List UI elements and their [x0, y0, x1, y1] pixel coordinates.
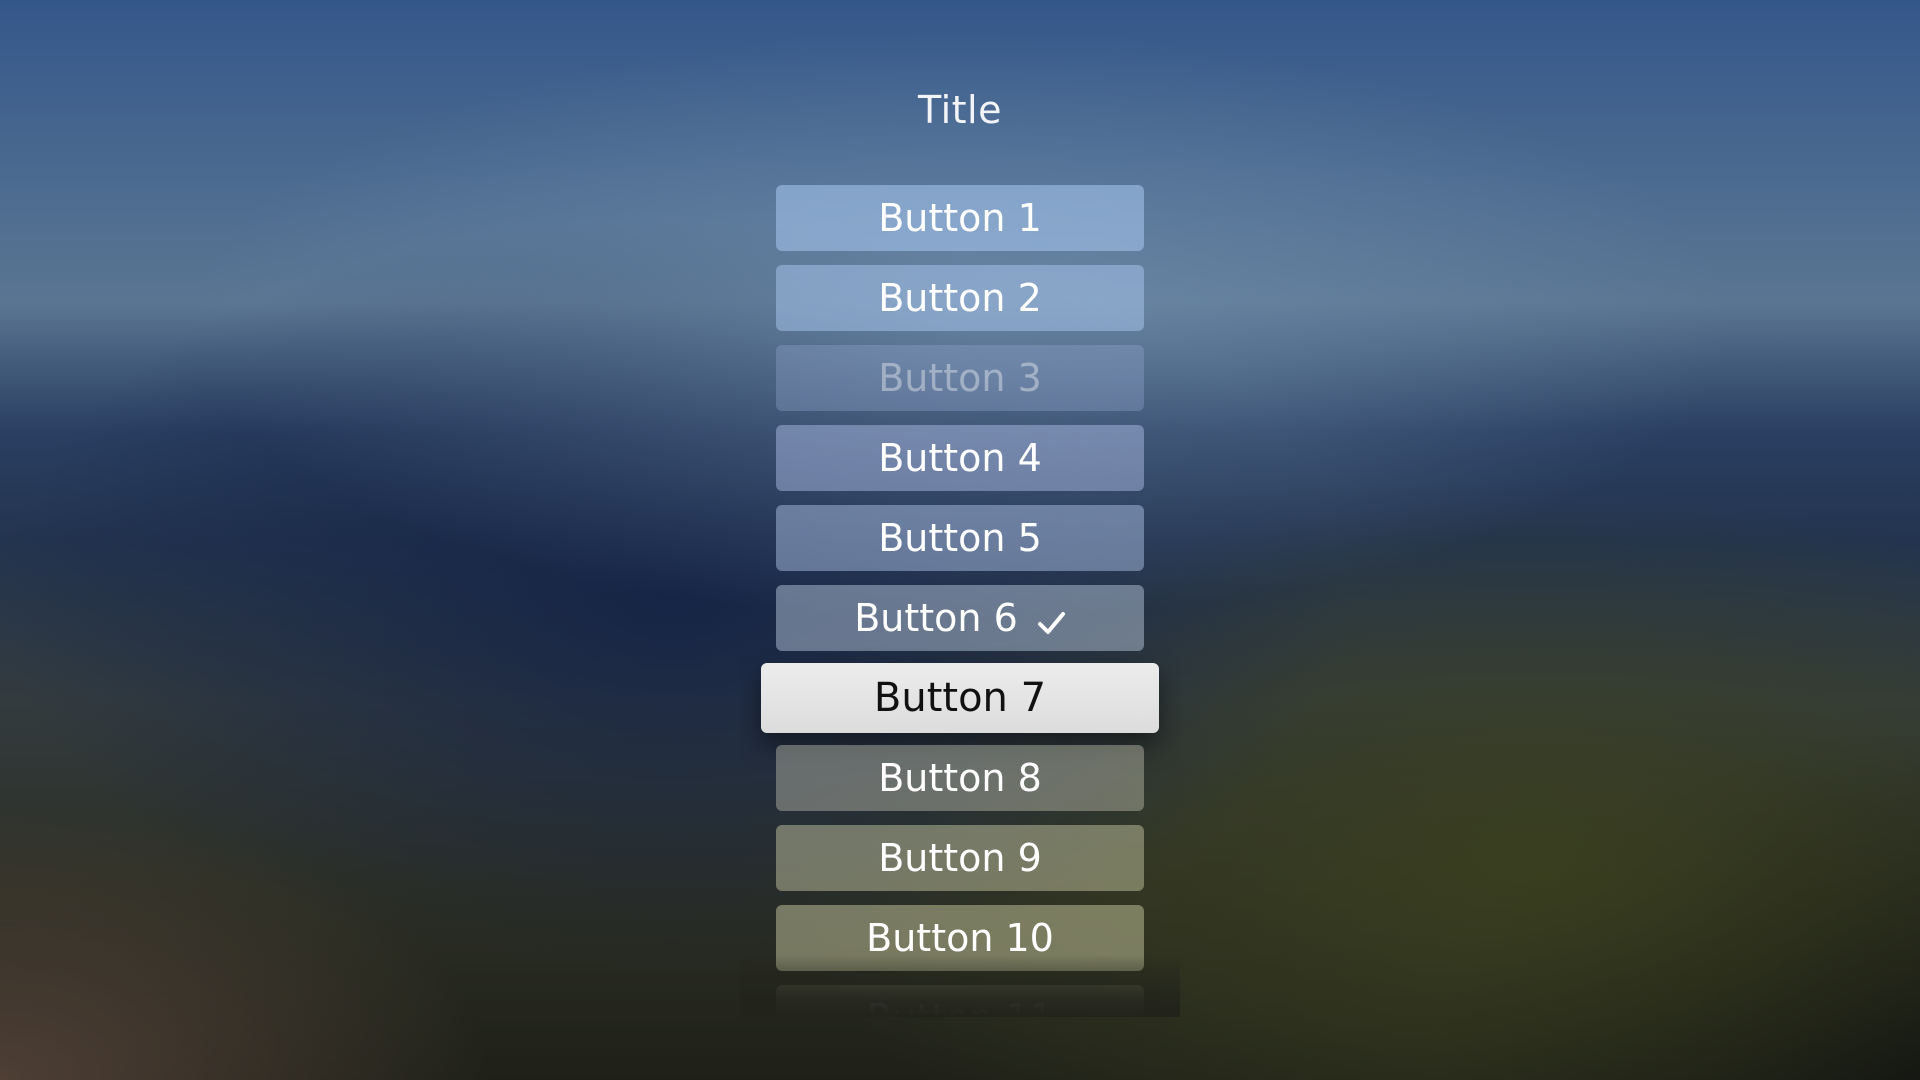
button-label: Button 7 [873, 675, 1047, 721]
button-7[interactable]: Button 7 [761, 663, 1159, 733]
page-title: Title [918, 88, 1002, 132]
button-1[interactable]: Button 1 [776, 185, 1144, 251]
button-9[interactable]: Button 9 [776, 825, 1144, 891]
button-3: Button 3 [776, 345, 1144, 411]
button-label: Button 4 [878, 436, 1042, 480]
button-label: Button 11 [866, 996, 1054, 1017]
button-5[interactable]: Button 5 [776, 505, 1144, 571]
button-8[interactable]: Button 8 [776, 745, 1144, 811]
button-2[interactable]: Button 2 [776, 265, 1144, 331]
button-label: Button 10 [866, 916, 1054, 960]
button-label: Button 2 [878, 276, 1042, 320]
button-6[interactable]: Button 6 [776, 585, 1144, 651]
button-label: Button 5 [878, 516, 1042, 560]
checkmark-icon [1036, 603, 1066, 634]
button-10[interactable]: Button 10 [776, 905, 1144, 971]
button-4[interactable]: Button 4 [776, 425, 1144, 491]
button-label: Button 1 [878, 196, 1042, 240]
button-label: Button 6 [854, 596, 1018, 640]
button-11[interactable]: Button 11 [776, 985, 1144, 1017]
button-label: Button 8 [878, 756, 1042, 800]
button-label: Button 9 [878, 836, 1042, 880]
button-list: Button 1 Button 2 Button 3 Button 4 Butt… [740, 185, 1180, 1017]
button-label: Button 3 [878, 356, 1042, 400]
